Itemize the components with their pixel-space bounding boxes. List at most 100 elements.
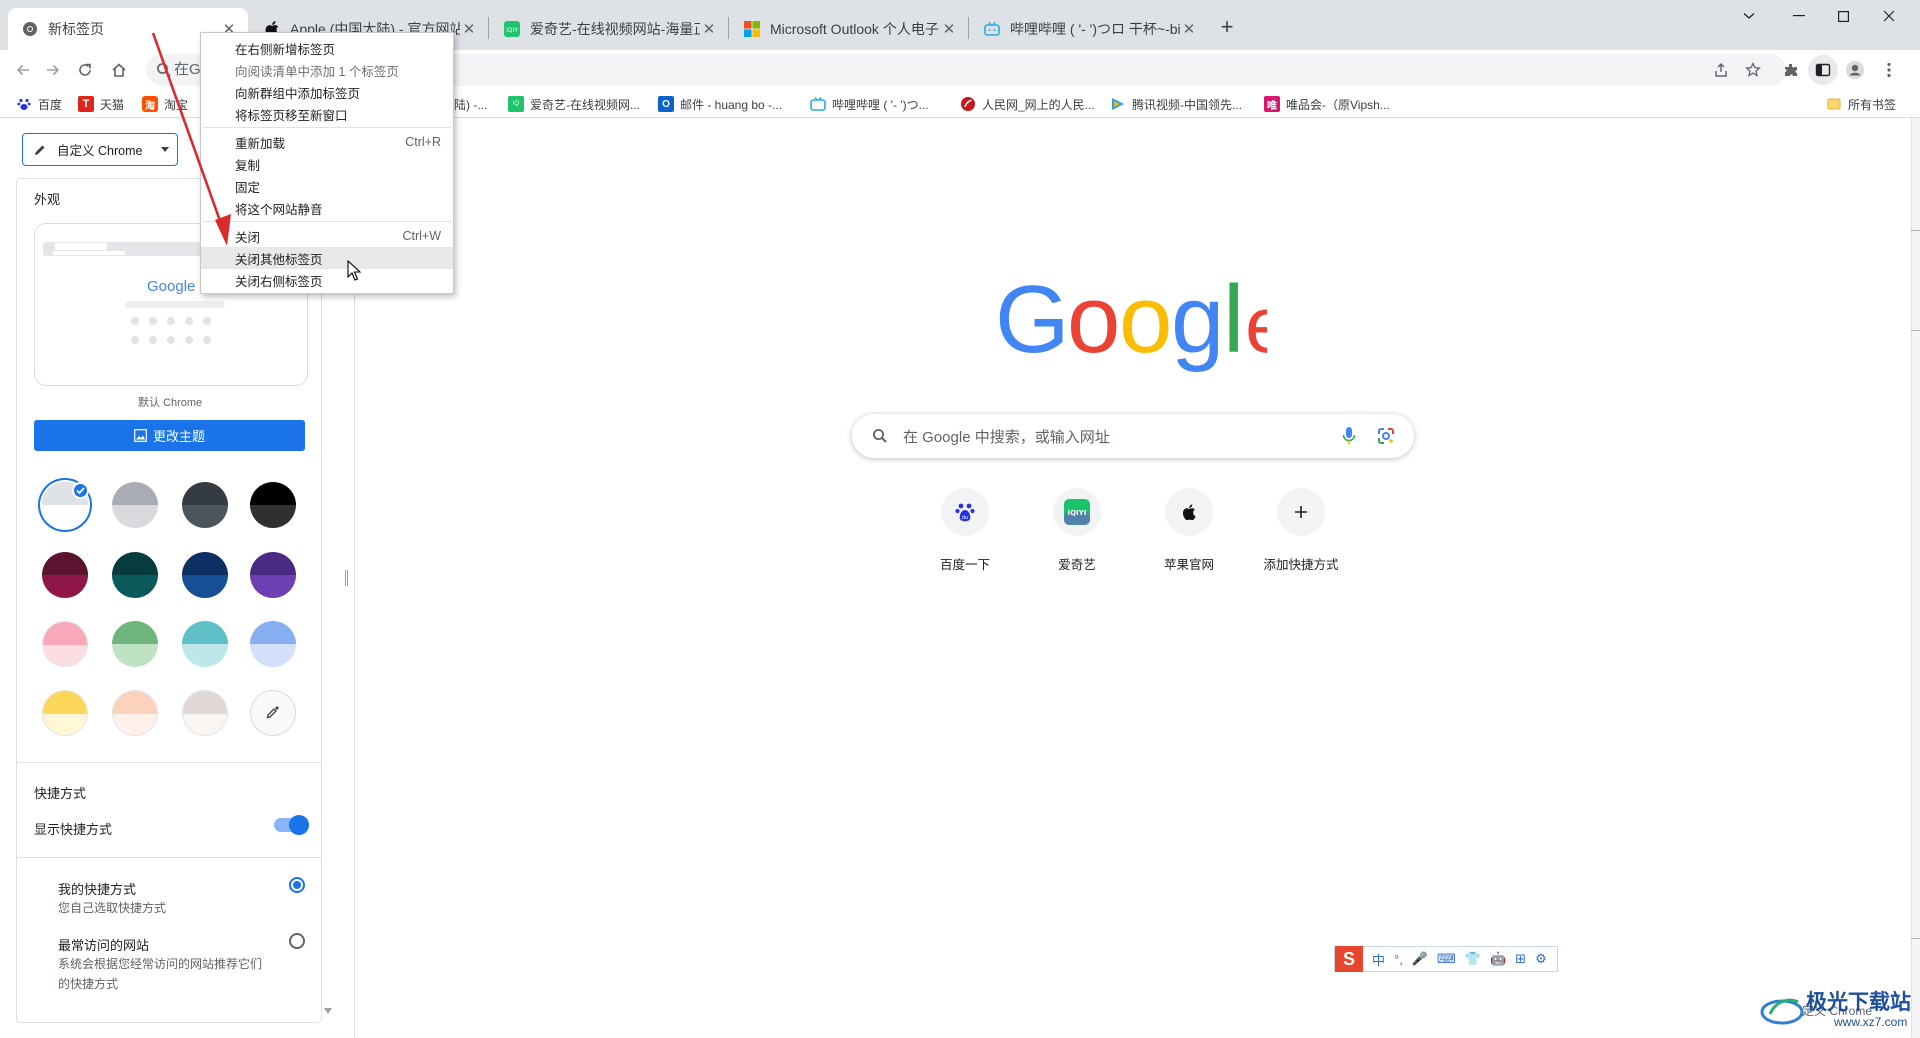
ime-voice-icon[interactable]: 🎤 bbox=[1412, 951, 1428, 967]
bookmark-iqiyi[interactable]: iQ 爱奇艺-在线视频网... bbox=[508, 95, 640, 113]
annotation-arrow bbox=[151, 32, 231, 246]
swatch-bottom bbox=[42, 505, 88, 528]
close-tab-icon[interactable]: ✕ bbox=[460, 20, 478, 38]
swatch-top bbox=[42, 552, 88, 575]
custom-color-picker[interactable] bbox=[250, 690, 296, 736]
apple-icon bbox=[1165, 488, 1213, 536]
ime-keyboard-icon[interactable]: ⌨ bbox=[1437, 951, 1456, 967]
tab-outlook[interactable]: Microsoft Outlook 个人电子邮件和日历 ✕ bbox=[730, 8, 968, 50]
theme-swatch[interactable] bbox=[182, 482, 228, 528]
profile-avatar-icon[interactable] bbox=[1840, 55, 1870, 85]
context-menu-label: 关闭右侧标签页 bbox=[235, 274, 323, 289]
bookmark-bilibili[interactable]: 哔哩哔哩 ( '- ')つ... bbox=[810, 95, 929, 113]
show-shortcuts-toggle[interactable] bbox=[274, 815, 309, 835]
option-mine-radio[interactable] bbox=[289, 877, 305, 893]
side-panel-resize-handle[interactable] bbox=[345, 570, 348, 586]
theme-swatch[interactable] bbox=[42, 621, 88, 667]
theme-swatch[interactable] bbox=[182, 552, 228, 598]
shortcut-label: 百度一下 bbox=[939, 558, 990, 572]
swatch-top bbox=[112, 482, 158, 505]
close-window-button[interactable] bbox=[1864, 0, 1914, 32]
shortcut-apple[interactable]: 苹果官网 bbox=[1133, 488, 1245, 588]
menu-kebab-icon[interactable] bbox=[1874, 55, 1904, 85]
change-theme-button[interactable]: 更改主题 bbox=[34, 420, 305, 451]
bookmark-outlook[interactable]: O 邮件 - huang bo -... bbox=[658, 95, 782, 113]
context-menu-item[interactable]: 关闭右侧标签页 bbox=[201, 269, 453, 291]
swatch-top bbox=[112, 552, 158, 575]
ime-settings-icon[interactable]: ⚙ bbox=[1535, 951, 1547, 967]
theme-swatch[interactable] bbox=[112, 690, 158, 736]
swatch-top bbox=[182, 482, 228, 505]
plus-icon bbox=[1277, 488, 1325, 536]
ime-assistant-icon[interactable]: 🤖 bbox=[1490, 951, 1506, 967]
tab-search-button[interactable] bbox=[1724, 0, 1774, 32]
theme-swatch[interactable] bbox=[112, 621, 158, 667]
side-panel-icon[interactable] bbox=[1808, 55, 1838, 85]
panel-scroll-down-arrow[interactable] bbox=[324, 1008, 332, 1014]
theme-swatch[interactable] bbox=[182, 690, 228, 736]
bookmark-star-icon[interactable] bbox=[1738, 55, 1768, 85]
tab-bilibili[interactable]: 哔哩哔哩 ( '- ')つロ 干杯~-bilibili ✕ bbox=[970, 8, 1208, 50]
preview-shortcut-dots bbox=[130, 316, 220, 346]
swatch-bottom bbox=[43, 645, 87, 666]
option-frequent-desc-line2: 的快捷方式 bbox=[58, 977, 119, 991]
close-tab-icon[interactable]: ✕ bbox=[940, 20, 958, 38]
swatch-bottom bbox=[183, 714, 227, 735]
option-frequent-radio[interactable] bbox=[289, 933, 305, 949]
section-divider bbox=[17, 762, 321, 763]
bookmark-people[interactable]: 人民网_网上的人民... bbox=[960, 95, 1095, 113]
google-logo-g2: g bbox=[1171, 270, 1224, 373]
iqiyi-icon: iQ bbox=[508, 96, 524, 112]
tab-separator bbox=[968, 17, 969, 39]
close-tab-icon[interactable]: ✕ bbox=[700, 20, 718, 38]
ime-lang-toggle[interactable]: 中 bbox=[1372, 950, 1385, 969]
shortcuts-heading: 快捷方式 bbox=[34, 786, 87, 801]
tab-iqiyi[interactable]: iQIY 爱奇艺-在线视频网站-海量正版高清视频 ✕ bbox=[490, 8, 728, 50]
ime-skin-icon[interactable]: 👕 bbox=[1465, 951, 1481, 967]
context-menu-shortcut: Ctrl+W bbox=[402, 229, 441, 243]
google-logo: G o o g l e bbox=[995, 270, 1267, 380]
google-logo-e: e bbox=[1245, 280, 1267, 369]
watermark-logo-icon bbox=[1760, 992, 1804, 1026]
tab-separator bbox=[488, 17, 489, 39]
microphone-icon[interactable] bbox=[1342, 426, 1356, 446]
swatch-top bbox=[250, 552, 296, 575]
shortcut-iqiyi[interactable]: iQIYI 爱奇艺 bbox=[1021, 488, 1133, 588]
google-lens-icon[interactable] bbox=[1377, 427, 1395, 445]
theme-swatch[interactable] bbox=[112, 552, 158, 598]
extensions-icon[interactable] bbox=[1776, 55, 1806, 85]
svg-text:du: du bbox=[962, 515, 968, 521]
theme-swatch[interactable] bbox=[42, 690, 88, 736]
tab-title: Microsoft Outlook 个人电子邮件和日历 bbox=[770, 21, 940, 37]
bookmark-apple[interactable]: 陆) -... bbox=[454, 95, 487, 113]
swatch-bottom bbox=[182, 644, 228, 667]
theme-swatch[interactable] bbox=[112, 482, 158, 528]
ime-toolbox-icon[interactable]: ⊞ bbox=[1515, 951, 1526, 967]
ime-toolbar[interactable]: S 中 °, 🎤 ⌨ 👕 🤖 ⊞ ⚙ bbox=[1334, 946, 1558, 972]
share-icon[interactable] bbox=[1706, 55, 1736, 85]
google-logo-o1: o bbox=[1067, 270, 1120, 373]
theme-swatch[interactable] bbox=[250, 482, 296, 528]
bookmark-all[interactable]: 所有书签 bbox=[1826, 95, 1896, 113]
image-icon bbox=[134, 429, 147, 442]
theme-swatch[interactable] bbox=[250, 621, 296, 667]
shortcut-baidu[interactable]: du 百度一下 bbox=[909, 488, 1021, 588]
search-icon bbox=[872, 428, 888, 444]
close-tab-icon[interactable]: ✕ bbox=[1180, 20, 1198, 38]
maximize-button[interactable] bbox=[1818, 0, 1868, 32]
bookmark-vip[interactable]: 唯 唯品会-（原Vipsh... bbox=[1264, 95, 1390, 113]
new-tab-button[interactable]: + bbox=[1212, 12, 1242, 42]
swatch-top bbox=[182, 621, 228, 644]
eyedropper-icon bbox=[266, 705, 280, 719]
swatch-bottom bbox=[182, 505, 228, 528]
theme-swatch[interactable] bbox=[250, 552, 296, 598]
theme-swatch[interactable] bbox=[42, 552, 88, 598]
mouse-cursor-icon bbox=[347, 260, 362, 281]
theme-swatch[interactable] bbox=[182, 621, 228, 667]
google-logo-g: G bbox=[995, 270, 1070, 373]
minimize-button[interactable] bbox=[1774, 0, 1824, 32]
swatch-bottom bbox=[113, 714, 157, 735]
shortcut-add[interactable]: 添加快捷方式 bbox=[1245, 488, 1357, 588]
bookmark-tencent-video[interactable]: 腾讯视频-中国领先... bbox=[1110, 95, 1242, 113]
ime-punctuation[interactable]: °, bbox=[1394, 952, 1403, 967]
